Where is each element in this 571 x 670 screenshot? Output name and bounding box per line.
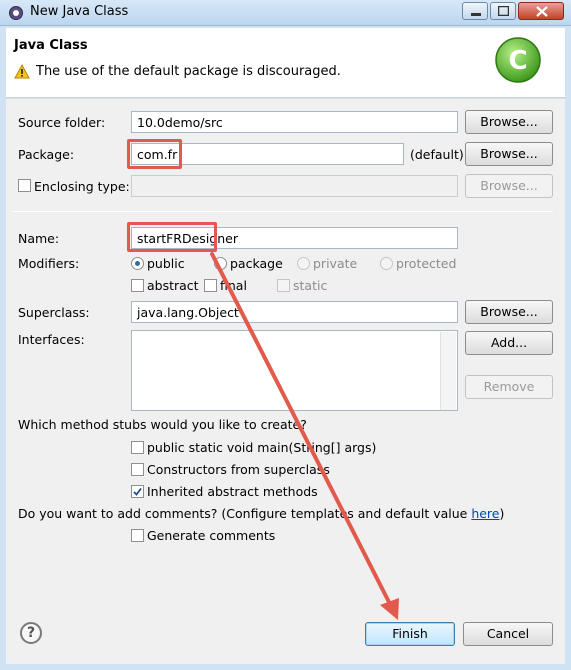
comments-question-close: ) [499,506,505,521]
abstract-checkbox-label: abstract [147,278,199,293]
final-checkbox[interactable] [204,279,217,292]
package-browse-button[interactable]: Browse... [465,142,553,166]
svg-text:C: C [508,46,527,76]
name-label: Name: [18,231,60,246]
interfaces-label: Interfaces: [18,332,85,347]
private-radio-label: private [313,256,358,271]
source-folder-label: Source folder: [18,115,106,130]
modifiers-label: Modifiers: [18,256,80,271]
public-radio[interactable] [131,257,144,270]
name-highlight-box [127,222,217,252]
constructors-label: Constructors from superclass [147,462,330,477]
superclass-browse-button[interactable]: Browse... [465,300,553,324]
superclass-label: Superclass: [18,305,90,320]
warning-message: The use of the default package is discou… [36,64,341,79]
enclosing-type-field [131,175,458,197]
enclosing-type-browse-button: Browse... [465,174,553,198]
help-icon: ? [26,625,36,641]
eclipse-gear-icon [9,6,23,20]
private-radio [297,257,310,270]
method-stubs-question: Which method stubs would you like to cre… [18,417,307,432]
final-checkbox-label: final [220,278,247,293]
package-radio-label: package [230,256,283,271]
abstract-checkbox[interactable] [131,279,144,292]
separator [12,211,553,212]
help-button[interactable]: ? [20,622,42,644]
inherited-abstract-label: Inherited abstract methods [147,484,318,499]
remove-interface-button: Remove [465,375,553,399]
new-class-logo-icon: C [495,37,541,83]
generate-comments-label: Generate comments [147,528,276,543]
package-default-hint: (default) [410,147,464,162]
protected-radio-label: protected [396,256,457,271]
main-method-checkbox[interactable] [131,441,144,454]
finish-button[interactable]: Finish [365,622,455,646]
cancel-button[interactable]: Cancel [463,622,553,646]
static-checkbox-label: static [293,278,328,293]
interfaces-list[interactable] [131,330,458,411]
wizard-header: Java Class The use of the default packag… [6,28,565,98]
maximize-icon [498,6,509,16]
superclass-field[interactable]: java.lang.Object [131,301,458,323]
close-icon [536,6,548,17]
source-folder-field[interactable]: 10.0demo/src [131,111,458,133]
main-method-label: public static void main(String[] args) [147,440,377,455]
templates-link[interactable]: here [471,506,499,521]
minimize-icon [471,13,481,16]
interfaces-scrollbar[interactable] [440,332,456,410]
package-label: Package: [18,147,75,162]
page-title: Java Class [14,38,88,53]
warning-icon [14,64,30,79]
enclosing-type-checkbox[interactable] [18,179,31,192]
comments-question-text: Do you want to add comments? (Configure … [18,506,472,521]
constructors-checkbox[interactable] [131,463,144,476]
public-radio-label: public [147,256,185,271]
title-bar: New Java Class [0,0,571,26]
comments-question: Do you want to add comments? (Configure … [18,506,504,521]
protected-radio [380,257,393,270]
minimize-button[interactable] [462,2,488,20]
checkmark-icon [133,487,142,496]
source-folder-browse-button[interactable]: Browse... [465,110,553,134]
add-interface-button[interactable]: Add... [465,331,553,355]
close-button[interactable] [518,2,564,20]
package-highlight-box [127,139,182,169]
inherited-abstract-checkbox[interactable] [131,485,144,498]
package-radio[interactable] [214,257,227,270]
generate-comments-checkbox[interactable] [131,529,144,542]
static-checkbox [277,279,290,292]
window-title: New Java Class [30,4,129,19]
maximize-button[interactable] [490,2,516,20]
enclosing-type-label: Enclosing type: [34,179,130,194]
